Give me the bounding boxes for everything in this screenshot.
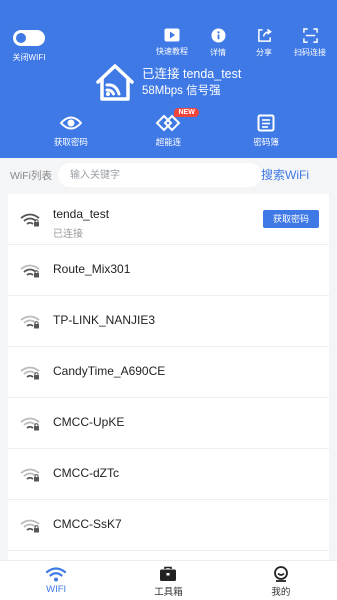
profile-icon (273, 566, 288, 582)
wifi-ssid: Route_Mix301 (53, 262, 131, 276)
tutorial-label: 快速教程 (156, 47, 188, 56)
wifi-row[interactable]: TP-LINK_NANJIE3 (8, 296, 329, 347)
wifi-toggle-label: 关闭WIFI (12, 53, 46, 62)
search-input[interactable] (58, 163, 262, 187)
wifi-row[interactable]: CandyTime_A690CE (8, 347, 329, 398)
get-password-button[interactable]: 获取密码 (263, 210, 319, 228)
eye-icon (59, 116, 82, 130)
wifi-status: 已连接 (53, 229, 83, 240)
toolbox-icon (160, 566, 177, 581)
info-icon (210, 28, 226, 43)
play-icon (164, 28, 180, 42)
tutorial-button[interactable]: 快速教程 (149, 28, 195, 58)
wifi-signal-icon (20, 468, 40, 482)
scan-button[interactable]: 扫码连接 (287, 28, 333, 58)
notebook-icon (257, 114, 275, 132)
header-panel: 关闭WIFI 快速教程 详情 分享 扫码连接 已连接 tenda_test 58… (0, 0, 337, 158)
bottom-nav: WIFI 工具箱 我的 (0, 560, 337, 600)
status-text: 已连接 tenda_test 58Mbps 信号强 (142, 66, 241, 99)
top-actions: 快速教程 详情 分享 扫码连接 (149, 28, 333, 58)
super-connect-feature[interactable]: NEW 超能连 (138, 108, 199, 148)
scan-label: 扫码连接 (294, 48, 326, 57)
share-icon (257, 28, 272, 42)
wifi-ssid: TP-LINK_NANJIE3 (53, 313, 156, 327)
wifi-toggle-switch[interactable] (13, 30, 45, 46)
wifi-row[interactable]: CMCC-dZTc (8, 449, 329, 500)
scan-icon (302, 28, 318, 43)
nav-profile[interactable]: 我的 (225, 561, 337, 600)
wifi-row[interactable]: Route_Mix301 (8, 245, 329, 296)
share-button[interactable]: 分享 (241, 28, 287, 58)
search-bar: WiFi列表 搜索WiFi (0, 158, 337, 192)
nav-toolbox[interactable]: 工具箱 (112, 561, 224, 600)
wifi-row[interactable]: CMCC-UpKE (8, 398, 329, 449)
wifi-toggle-control[interactable]: 关闭WIFI (8, 30, 50, 63)
connected-ssid-text: 已连接 tenda_test (142, 66, 242, 81)
wifi-icon (46, 567, 67, 582)
password-book-label: 密码簿 (253, 137, 279, 147)
wifi-list: tenda_test 已连接 获取密码 Route_Mix301 TP-LINK… (8, 194, 329, 560)
new-badge: NEW (174, 108, 199, 117)
wifi-signal-icon (20, 366, 40, 380)
nav-toolbox-label: 工具箱 (154, 587, 183, 598)
wifi-signal-icon (20, 213, 40, 227)
wifi-ssid: CMCC-UpKE (53, 415, 125, 429)
nav-wifi[interactable]: WIFI (0, 561, 112, 600)
details-label: 详情 (210, 48, 226, 57)
feature-row: 获取密码 NEW 超能连 密码簿 (0, 108, 337, 148)
nav-profile-label: 我的 (271, 587, 291, 598)
wifi-row[interactable]: tenda_test 已连接 获取密码 (8, 194, 329, 245)
wifi-ssid: CandyTime_A690CE (53, 364, 166, 378)
wifi-signal-icon (20, 519, 40, 533)
search-wifi-button[interactable]: 搜索WiFi (261, 166, 309, 183)
details-button[interactable]: 详情 (195, 28, 241, 58)
signal-speed-text: 58Mbps 信号强 (142, 84, 221, 97)
password-book-feature[interactable]: 密码簿 (236, 114, 296, 148)
toggle-knob (16, 33, 26, 43)
nav-wifi-label: WIFI (46, 584, 67, 595)
get-password-label: 获取密码 (53, 137, 88, 147)
share-label: 分享 (256, 48, 272, 57)
wifi-signal-icon (20, 417, 40, 431)
wifi-ssid: CMCC-dZTc (53, 466, 119, 480)
wifi-list-label: WiFi列表 (10, 170, 52, 182)
connection-status: 已连接 tenda_test 58Mbps 信号强 (94, 62, 241, 102)
home-wifi-icon (96, 64, 134, 101)
wifi-signal-icon (20, 264, 40, 278)
get-password-feature[interactable]: 获取密码 (41, 114, 101, 148)
wifi-ssid: tenda_test (53, 207, 110, 221)
wifi-row[interactable]: CMCC-SsK7 (8, 500, 329, 551)
wifi-ssid: CMCC-SsK7 (53, 517, 122, 531)
super-connect-label: 超能连 (155, 137, 182, 147)
wifi-signal-icon (20, 315, 40, 329)
